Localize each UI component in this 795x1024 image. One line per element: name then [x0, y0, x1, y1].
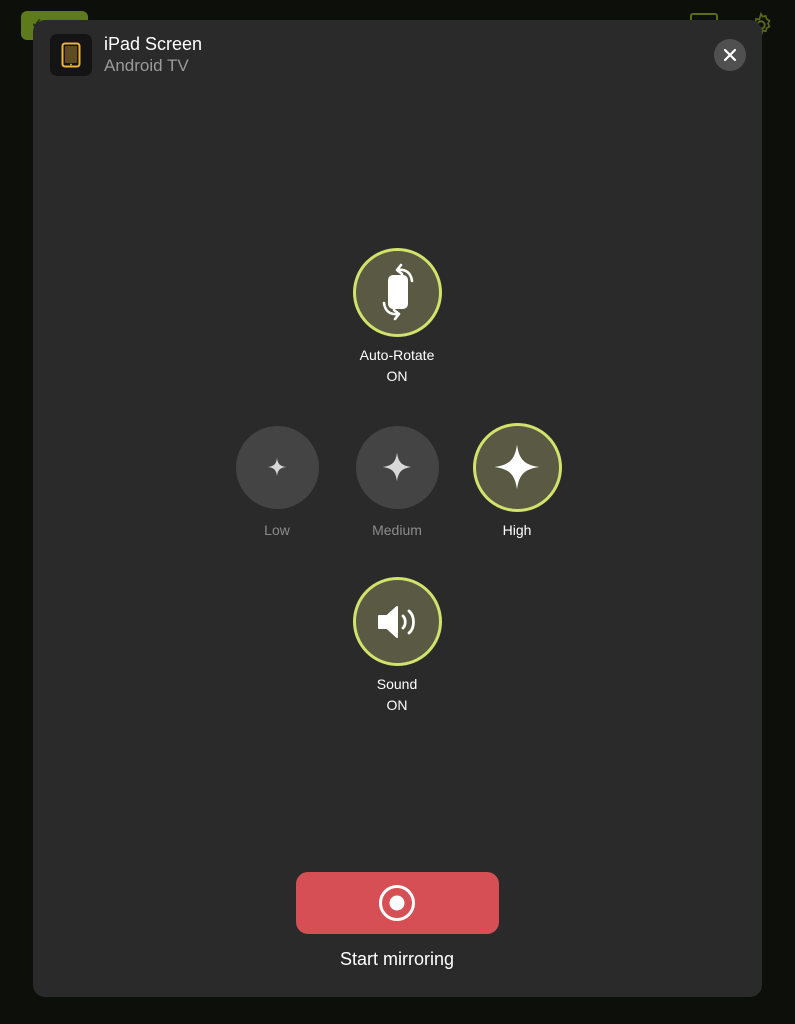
- start-mirroring-button[interactable]: [296, 872, 499, 934]
- quality-high-label: High: [502, 522, 532, 538]
- auto-rotate-title: Auto-Rotate: [359, 347, 435, 363]
- auto-rotate-label: Auto-Rotate ON: [317, 345, 477, 387]
- start-mirroring-label: Start mirroring: [339, 949, 455, 969]
- sparkle-icon: [382, 452, 412, 482]
- mirroring-dialog: iPad Screen Android TV Auto-Rotate ON Lo…: [33, 20, 762, 997]
- quality-high-button[interactable]: [473, 423, 562, 512]
- tablet-icon: [61, 42, 81, 68]
- speaker-icon: [378, 606, 415, 638]
- sound-toggle[interactable]: [353, 577, 442, 666]
- device-icon-tile: [50, 34, 92, 76]
- quality-medium-button[interactable]: [356, 426, 439, 509]
- auto-rotate-state: ON: [386, 368, 408, 384]
- close-button[interactable]: [714, 39, 746, 71]
- sparkle-icon: [268, 458, 286, 476]
- record-icon: [379, 885, 415, 921]
- sparkle-icon: [494, 444, 540, 490]
- rotate-icon: [382, 263, 414, 321]
- auto-rotate-toggle[interactable]: [353, 248, 442, 337]
- dialog-subtitle: Android TV: [104, 56, 189, 75]
- sound-title: Sound: [376, 676, 418, 692]
- close-icon: [723, 48, 737, 62]
- sound-state: ON: [386, 697, 408, 713]
- sound-label: Sound ON: [317, 674, 477, 716]
- quality-low-button[interactable]: [236, 426, 319, 509]
- dialog-title: iPad Screen: [104, 34, 203, 54]
